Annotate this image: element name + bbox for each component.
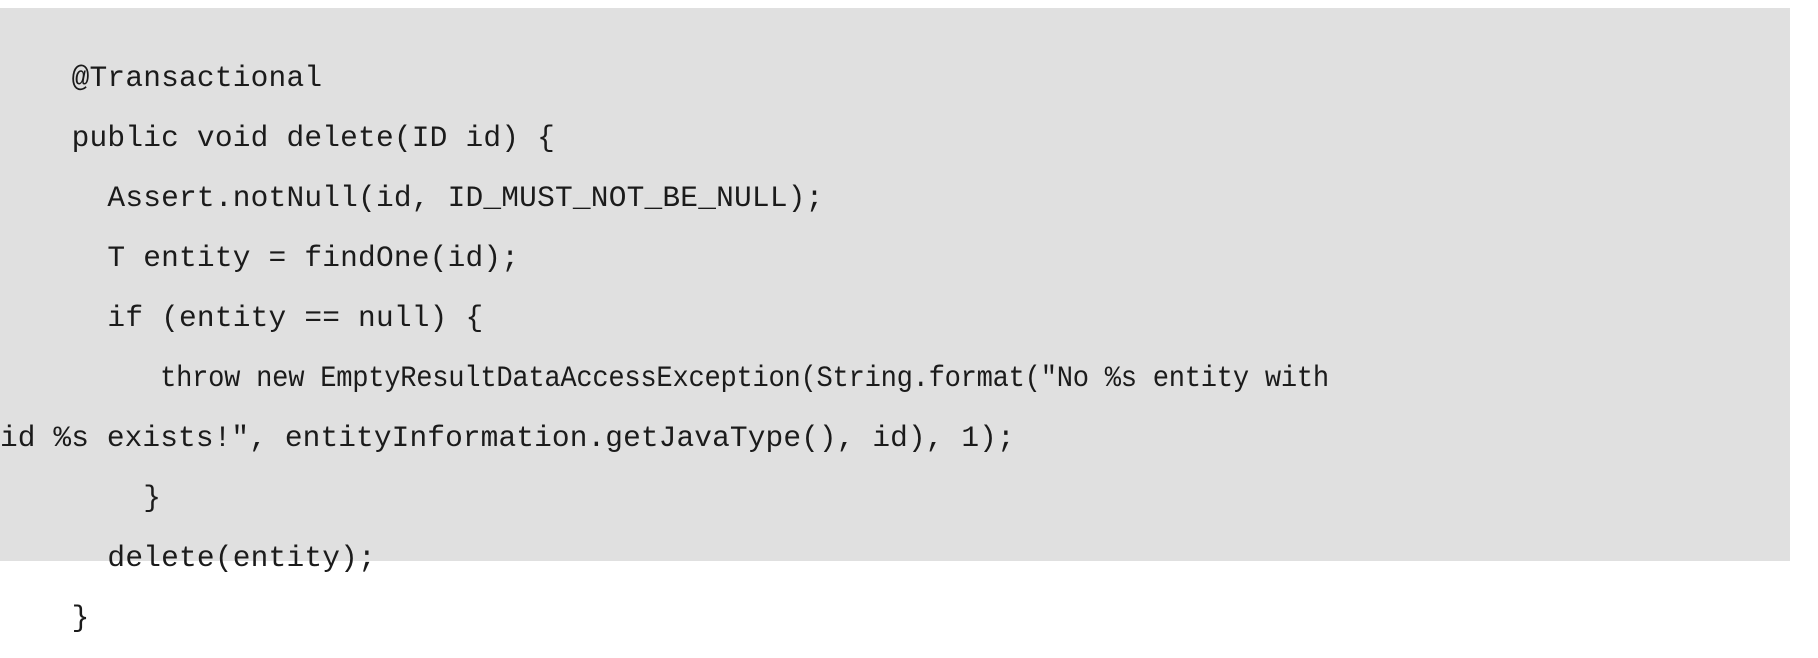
code-line: Assert.notNull(id, ID_MUST_NOT_BE_NULL); <box>0 180 824 215</box>
code-line: throw new EmptyResultDataAccessException… <box>0 360 1329 395</box>
code-block: @Transactional public void delete(ID id)… <box>0 38 1790 658</box>
code-line: if (entity == null) { <box>0 300 484 335</box>
code-line: public void delete(ID id) { <box>0 120 555 155</box>
code-line: @Transactional <box>0 60 323 95</box>
code-content: @Transactional public void delete(ID id)… <box>0 48 1790 648</box>
code-listing-figure: @Transactional public void delete(ID id)… <box>0 8 1790 635</box>
code-line: } <box>0 480 162 515</box>
code-line: } <box>0 600 90 635</box>
code-line: delete(entity); <box>0 540 376 575</box>
code-line: id %s exists!", entityInformation.getJav… <box>0 420 1015 455</box>
code-line: T entity = findOne(id); <box>0 240 520 275</box>
